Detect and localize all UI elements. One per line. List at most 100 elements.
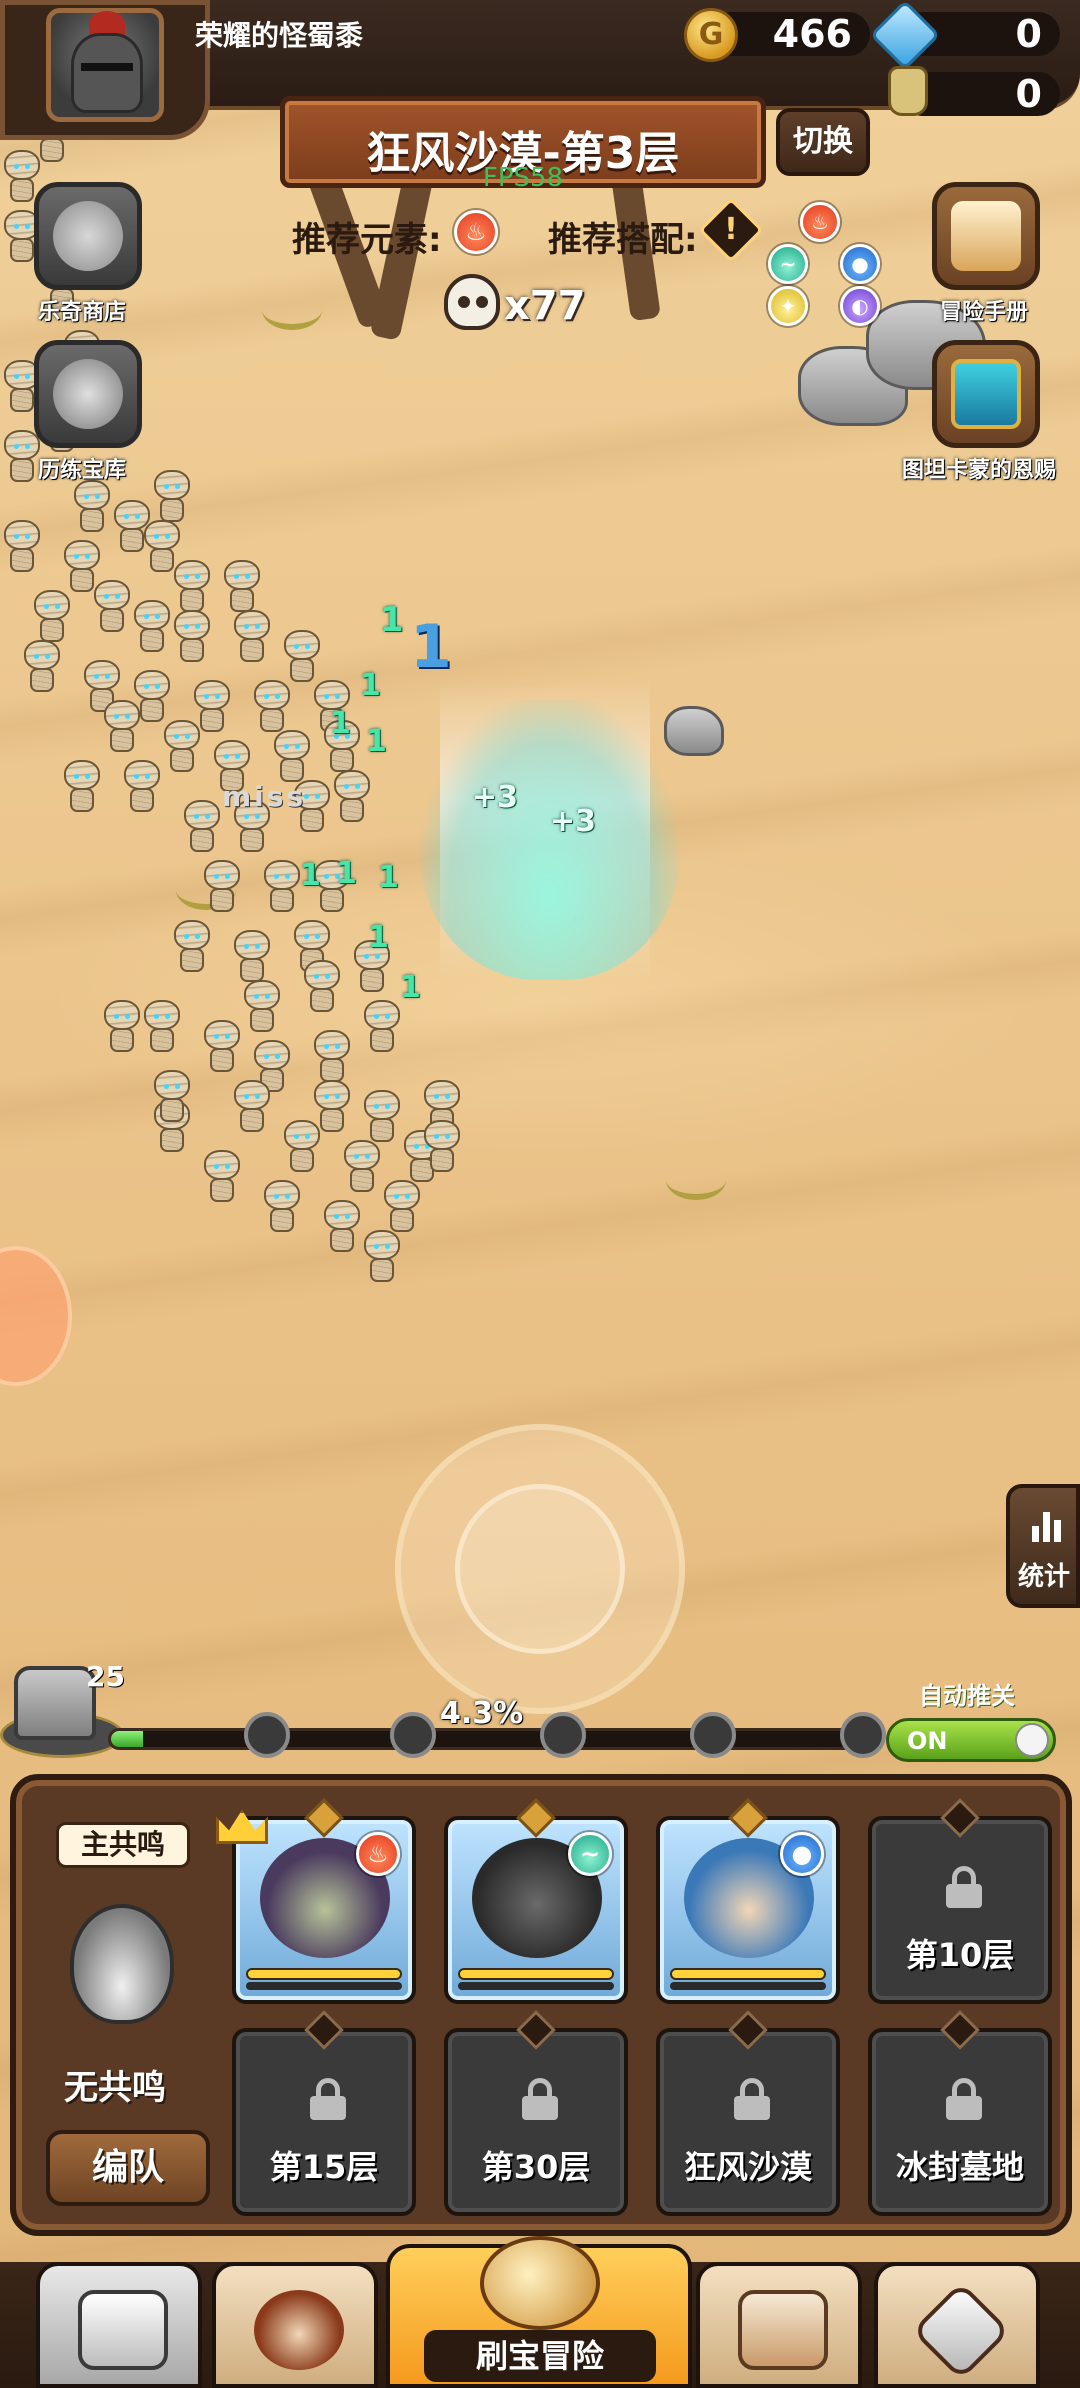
mummy-enemy <box>320 1200 364 1256</box>
lock-icon <box>946 2078 982 2120</box>
shop-button[interactable] <box>34 182 142 290</box>
mummy-enemy <box>250 680 294 736</box>
vault-button[interactable] <box>34 340 142 448</box>
vault-emblem-icon <box>53 359 123 429</box>
bar-chart-icon <box>1032 1506 1062 1542</box>
nav-main-label: 刷宝冒险 <box>424 2330 656 2382</box>
wind-element-icon: ~ <box>768 244 808 284</box>
handbook-button[interactable] <box>932 182 1040 290</box>
nav-tab-heroes[interactable] <box>212 2262 378 2388</box>
milestone-key-icon <box>540 1712 586 1758</box>
lock-icon <box>522 2078 558 2120</box>
water-element-icon: ● <box>840 244 880 284</box>
lock-icon <box>310 2078 346 2120</box>
stage-progress-bar <box>108 1728 868 1750</box>
reward-chest-icon[interactable] <box>14 1666 96 1740</box>
clover-emblem-icon <box>53 201 123 271</box>
wind-element-icon: ~ <box>568 1832 612 1876</box>
resonance-flame-icon[interactable] <box>70 1904 174 2024</box>
mummy-enemy <box>280 630 324 686</box>
progress-percent: 4.3% <box>440 1696 524 1731</box>
mummy-enemy <box>160 720 204 776</box>
fps-counter: FPS58 <box>482 163 564 193</box>
mummy-enemy <box>200 860 244 916</box>
player-name: 荣耀的怪蜀黍 <box>195 19 364 52</box>
mummy-enemy <box>200 1150 244 1206</box>
auto-push-toggle[interactable]: ON <box>886 1718 1056 1762</box>
hero-slot-witch[interactable]: ♨ <box>232 1798 416 2004</box>
nav-tab-bag[interactable] <box>696 2262 862 2388</box>
gift-button[interactable] <box>932 340 1040 448</box>
locked-slot[interactable]: 冰封墓地 <box>868 2010 1052 2216</box>
damage-number: 1 <box>368 920 389 955</box>
locked-slot[interactable]: 狂风沙漠 <box>656 2010 840 2216</box>
desert-grass <box>666 1160 726 1200</box>
treasure-map-icon <box>480 2236 600 2330</box>
mummy-enemy <box>310 1030 354 1086</box>
mummy-enemy <box>340 1140 384 1196</box>
auto-push-label: 自动推关 <box>919 1682 1015 1710</box>
skull-icon <box>444 274 500 330</box>
desert-rock <box>664 706 724 756</box>
unlock-requirement: 第15层 <box>269 2148 379 2186</box>
recommended-combo-label: 推荐搭配: <box>548 220 698 260</box>
kill-count: x77 <box>504 283 586 329</box>
damage-number: 1 <box>380 600 404 640</box>
locked-slot[interactable]: 第10层 <box>868 1798 1052 2004</box>
main-resonance-tag: 主共鸣 <box>56 1822 190 1868</box>
milestone-key-icon <box>390 1712 436 1758</box>
mummy-enemy <box>100 700 144 756</box>
stats-button[interactable]: 统计 <box>1006 1484 1080 1608</box>
mummy-enemy <box>100 1000 144 1056</box>
stats-label: 统计 <box>1018 1562 1071 1592</box>
formation-button[interactable]: 编队 <box>46 2130 210 2206</box>
heal-number: +3 <box>550 804 597 839</box>
damage-number: 1 <box>400 970 421 1005</box>
locked-slot[interactable]: 第30层 <box>444 2010 628 2216</box>
unlock-requirement: 第30层 <box>481 2148 591 2186</box>
lock-icon <box>734 2078 770 2120</box>
nav-tab-forge[interactable] <box>874 2262 1040 2388</box>
miss-text: miss <box>222 780 307 813</box>
mummy-enemy <box>60 760 104 816</box>
hero-slot-knight[interactable]: ~ <box>444 1798 628 2004</box>
mummy-enemy <box>20 640 64 696</box>
damage-number: 1 <box>300 858 321 893</box>
mummy-enemy <box>280 1120 324 1176</box>
hero-slot-diver[interactable]: ● <box>656 1798 840 2004</box>
backpack-icon <box>738 2290 828 2370</box>
mummy-enemy <box>230 930 274 986</box>
hero-hp-bar <box>670 1982 826 1990</box>
nav-tab-shop[interactable] <box>36 2262 202 2388</box>
hammer-icon <box>911 2281 1011 2381</box>
damage-number: 1 <box>360 668 381 703</box>
hero-portrait-icon <box>254 2290 344 2370</box>
switch-stage-button[interactable]: 切换 <box>776 108 870 176</box>
mummy-enemy <box>330 770 374 826</box>
mummy-enemy <box>90 580 134 636</box>
locked-slot[interactable]: 第15层 <box>232 2010 416 2216</box>
mummy-enemy <box>200 1020 244 1076</box>
fire-element-icon: ♨ <box>454 210 498 254</box>
player-avatar[interactable] <box>46 8 164 122</box>
water-element-icon: ● <box>780 1832 824 1876</box>
joystick-knob[interactable] <box>455 1484 625 1654</box>
dark-element-icon: ◐ <box>840 286 880 326</box>
mummy-enemy <box>150 470 194 526</box>
mummy-enemy <box>360 1000 404 1056</box>
damage-number: 1 <box>378 860 399 895</box>
hero-exp-bar <box>246 1968 402 1980</box>
vault-label: 历练宝库 <box>38 458 127 483</box>
milestone-key-icon <box>244 1712 290 1758</box>
mummy-enemy <box>380 1180 424 1236</box>
damage-number: 1 <box>336 856 357 891</box>
stage-banner: 狂风沙漠-第3层 FPS58 <box>280 96 766 193</box>
unlock-requirement: 第10层 <box>905 1936 1015 1974</box>
shop-label: 乐奇商店 <box>38 300 127 325</box>
mummy-enemy <box>260 860 304 916</box>
damage-number: 1 <box>330 706 351 741</box>
hero-hp-bar <box>458 1982 614 1990</box>
mummy-enemy <box>300 960 344 1016</box>
handbook-label: 冒险手册 <box>940 300 1029 325</box>
mummy-enemy <box>260 1180 304 1236</box>
